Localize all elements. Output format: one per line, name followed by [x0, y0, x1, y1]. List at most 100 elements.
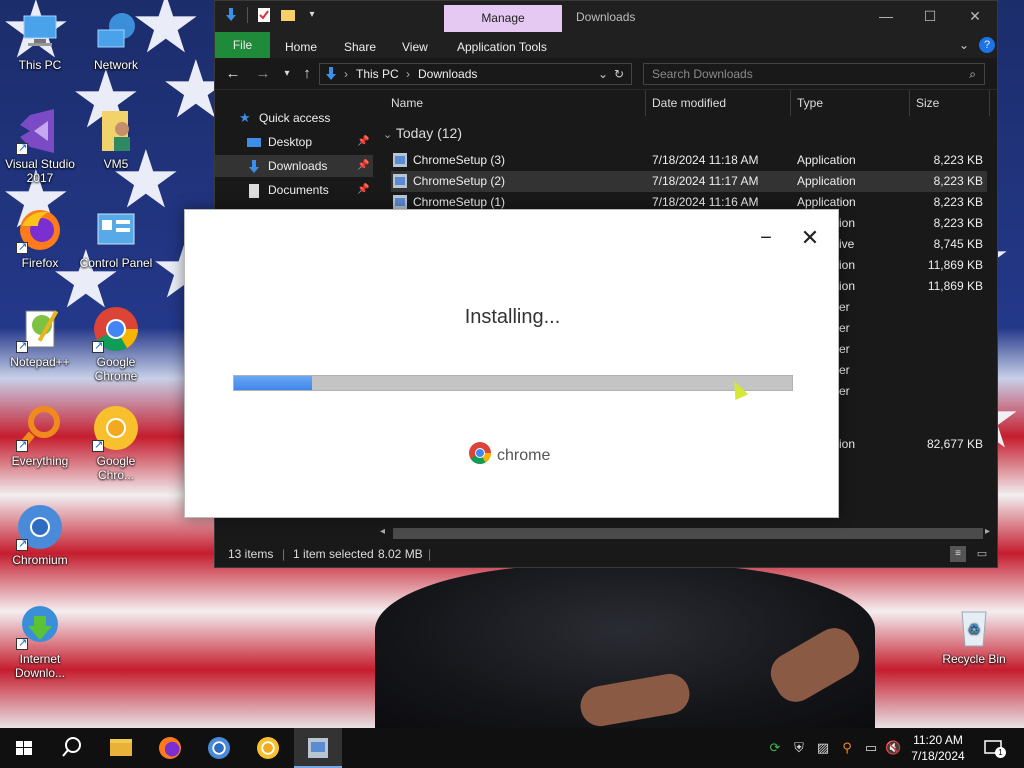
hardware-icon[interactable]: ▨ [815, 740, 831, 756]
shortcut-arrow-icon [16, 537, 28, 551]
taskbar-firefox[interactable] [147, 728, 195, 768]
desktop-icon-google-chrome[interactable]: Google Chrome [78, 305, 154, 383]
brand-name: chrome [497, 446, 551, 464]
chrome-branding: chrome [468, 441, 550, 470]
taskbar-chrome-canary[interactable] [245, 728, 293, 768]
desktop-icon-vm5[interactable]: VM5 [78, 107, 154, 171]
desktop-icon-everything[interactable]: Everything [2, 404, 78, 468]
properties-icon[interactable] [256, 7, 272, 23]
chrome-canary-icon [257, 737, 279, 759]
shortcut-arrow-icon [92, 339, 104, 353]
desktop-icon-internet-download-manager[interactable]: Internet Downlo... [2, 602, 78, 680]
desktop-icon-network[interactable]: Network [78, 8, 154, 72]
address-dropdown-icon[interactable]: ⌄ [598, 67, 608, 81]
desktop-icon-google-chrome-canary[interactable]: Google Chro... [78, 404, 154, 482]
desktop-icon-recycle-bin[interactable]: ♻ Recycle Bin [936, 602, 1012, 666]
breadcrumb-downloads[interactable]: Downloads [418, 67, 477, 81]
customize-quick-access-icon[interactable]: ▾ [304, 7, 320, 23]
desktop-icon-firefox[interactable]: Firefox [2, 206, 78, 270]
everything-search-icon [16, 404, 64, 452]
desktop-icon-this-pc[interactable]: This PC [2, 8, 78, 72]
column-divider[interactable] [790, 90, 791, 116]
nav-downloads[interactable]: Downloads 📌 [215, 155, 373, 177]
file-row[interactable]: ChromeSetup (3) 7/18/2024 11:18 AM Appli… [391, 150, 987, 171]
nav-quick-access[interactable]: ★ Quick access [215, 107, 373, 129]
taskbar-search-button[interactable] [48, 728, 96, 768]
new-folder-icon[interactable] [280, 7, 296, 23]
column-type[interactable]: Type [797, 96, 823, 110]
column-divider[interactable] [989, 90, 990, 116]
details-view-icon[interactable]: ≡ [950, 546, 966, 562]
back-button[interactable]: ← [223, 64, 243, 84]
tab-view[interactable]: View [402, 36, 428, 58]
shortcut-arrow-icon [16, 636, 28, 650]
network-icon[interactable]: ▭ [863, 740, 879, 756]
clock[interactable]: 11:20 AM 7/18/2024 [906, 732, 970, 764]
pin-icon: 📌 [357, 160, 370, 171]
help-icon[interactable]: ? [979, 37, 995, 53]
column-divider[interactable] [645, 90, 646, 116]
search-input[interactable]: Search Downloads ⌕ [643, 63, 985, 85]
address-row: ← → ▾ ↑ › This PC › Downloads ⌄ ↻ Search… [215, 58, 997, 90]
download-icon [247, 159, 261, 173]
notification-center-icon[interactable]: 1 [984, 739, 1006, 758]
scroll-right-icon[interactable]: ▸ [985, 526, 990, 537]
nav-documents[interactable]: Documents 📌 [215, 179, 373, 201]
network-icon [92, 8, 140, 56]
separator: | [282, 547, 286, 561]
minimize-button[interactable]: — [863, 1, 909, 32]
network-status-icon[interactable]: ⟳ [767, 740, 783, 756]
svg-text:♻: ♻ [968, 622, 981, 638]
scrollbar-thumb[interactable] [393, 528, 983, 539]
column-name[interactable]: Name [391, 96, 423, 110]
manage-tab[interactable]: Manage [444, 5, 562, 32]
close-button[interactable]: ✕ [952, 1, 998, 32]
minimize-button[interactable]: − [757, 226, 775, 250]
chromium-icon [16, 503, 64, 551]
expand-ribbon-icon[interactable]: ⌄ [959, 34, 969, 56]
large-icons-view-icon[interactable]: ▭ [974, 546, 990, 562]
taskbar-file-explorer[interactable] [97, 728, 145, 768]
column-divider[interactable] [909, 90, 910, 116]
address-bar[interactable]: › This PC › Downloads ⌄ ↻ [319, 63, 632, 85]
nav-desktop[interactable]: Desktop 📌 [215, 131, 373, 153]
maximize-button[interactable]: ☐ [907, 1, 953, 32]
horizontal-scrollbar[interactable]: ◂ ▸ [377, 525, 997, 542]
desktop-icon-chromium[interactable]: Chromium [2, 503, 78, 567]
breadcrumb-separator: › [406, 67, 410, 81]
tab-home[interactable]: Home [285, 36, 317, 58]
group-header-today[interactable]: ⌄ Today (12) [383, 125, 462, 141]
refresh-icon[interactable]: ↻ [614, 67, 624, 81]
everything-tray-icon[interactable]: ⚲ [839, 740, 855, 756]
tab-file[interactable]: File [215, 32, 270, 58]
visual-studio-icon [16, 107, 64, 155]
recent-locations-button[interactable]: ▾ [277, 64, 297, 84]
close-button[interactable]: ✕ [799, 226, 821, 250]
volume-muted-icon[interactable]: 🔇 [885, 740, 901, 756]
download-icon[interactable] [223, 7, 239, 23]
desktop-icon-control-panel[interactable]: Control Panel [78, 206, 154, 270]
quick-access-toolbar: ▾ [223, 7, 320, 23]
shortcut-arrow-icon [92, 438, 104, 452]
breadcrumb-this-pc[interactable]: This PC [356, 67, 399, 81]
taskbar-installer[interactable] [294, 728, 342, 768]
chrome-installer-dialog[interactable]: − ✕ Installing... chrome [184, 209, 839, 518]
star-icon: ★ [239, 110, 251, 125]
up-button[interactable]: ↑ [297, 64, 317, 84]
computer-icon [16, 8, 64, 56]
forward-button[interactable]: → [253, 64, 273, 84]
tab-application-tools[interactable]: Application Tools [457, 36, 547, 58]
desktop-icon-visual-studio[interactable]: Visual Studio 2017 [2, 107, 78, 185]
chevron-down-icon: ⌄ [383, 129, 393, 141]
title-bar[interactable]: ▾ Manage Downloads — ☐ ✕ [215, 1, 997, 32]
file-row-selected[interactable]: ChromeSetup (2) 7/18/2024 11:17 AM Appli… [391, 171, 987, 192]
firefox-icon [159, 737, 181, 759]
desktop-icon-notepad-plus-plus[interactable]: Notepad++ [2, 305, 78, 369]
taskbar-chromium[interactable] [196, 728, 244, 768]
scroll-left-icon[interactable]: ◂ [380, 526, 385, 537]
start-button[interactable] [0, 728, 48, 768]
tab-share[interactable]: Share [344, 36, 376, 58]
security-shield-icon[interactable]: ⛨ [791, 740, 807, 756]
column-date-modified[interactable]: Date modified [652, 96, 726, 110]
column-size[interactable]: Size [916, 96, 939, 110]
